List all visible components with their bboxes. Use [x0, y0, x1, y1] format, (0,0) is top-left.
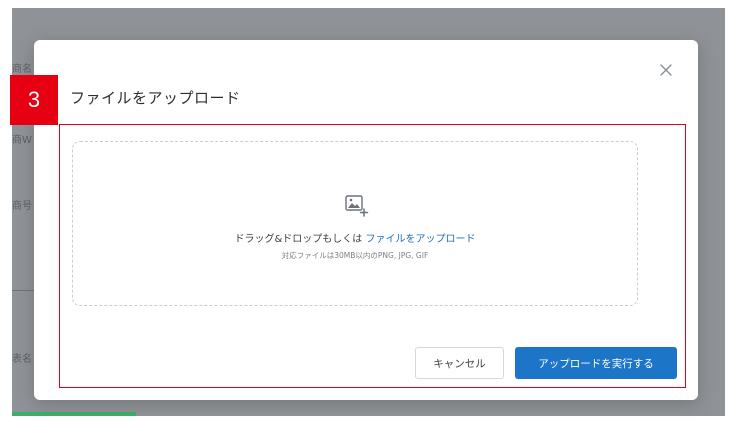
dropzone-prompt: ドラッグ&ドロップもしくは ファイルをアップロード — [0, 230, 710, 245]
close-button[interactable] — [656, 60, 676, 80]
file-dropzone[interactable] — [72, 141, 638, 306]
upload-submit-button[interactable]: アップロードを実行する — [515, 347, 677, 379]
close-icon — [660, 64, 672, 76]
step-number-badge: 3 — [10, 75, 58, 125]
supported-formats-note: 対応ファイルは30MB以内のPNG, JPG, GIF — [281, 251, 429, 260]
background-field-label: 商号 — [12, 201, 32, 212]
select-file-link[interactable]: ファイルをアップロード — [366, 234, 476, 245]
background-field-label: 商W — [12, 135, 32, 146]
cancel-button[interactable]: キャンセル — [415, 347, 504, 379]
background-field-label: 表名 — [12, 354, 32, 365]
image-add-icon — [345, 195, 369, 217]
dialog-title: ファイルをアップロード — [70, 89, 241, 107]
background-field-label: 商名 — [12, 64, 32, 75]
background-accent-bar — [12, 412, 136, 416]
dropzone-prompt-text: ドラッグ&ドロップもしくは — [234, 234, 363, 245]
